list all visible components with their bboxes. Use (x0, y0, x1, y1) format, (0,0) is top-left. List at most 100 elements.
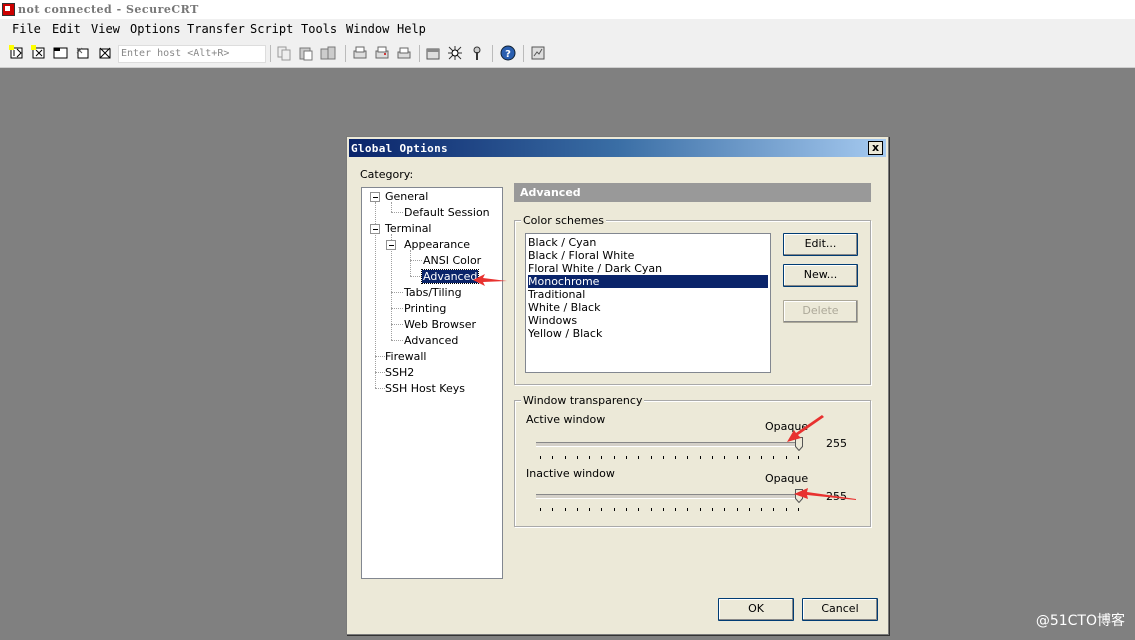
slider-tick (540, 508, 541, 511)
active-value: 255 (826, 437, 847, 450)
tree-item-advanced-selected[interactable]: Advanced (420, 269, 480, 284)
collapse-terminal-icon[interactable] (370, 224, 380, 234)
collapse-general-icon[interactable] (370, 192, 380, 202)
inactive-slider-track[interactable] (536, 494, 802, 499)
copy-icon[interactable] (276, 45, 292, 61)
slider-tick (736, 508, 738, 511)
color-schemes-list[interactable]: Black / Cyan Black / Floral White Floral… (525, 233, 771, 373)
paste-icon[interactable] (298, 45, 314, 61)
menu-window[interactable]: Window (346, 22, 389, 36)
global-options-dialog: Global Options x Category: General Defau… (346, 136, 889, 635)
edit-button[interactable]: Edit... (783, 233, 858, 256)
window-title-bar: not connected - SecureCRT (0, 0, 1135, 19)
tree-item-ansi-color[interactable]: ANSI Color (423, 254, 481, 267)
menu-help[interactable]: Help (397, 22, 426, 36)
tree-item-ssh-host-keys[interactable]: SSH Host Keys (385, 382, 465, 395)
tree-item-printing[interactable]: Printing (404, 302, 446, 315)
list-item[interactable]: Traditional (528, 288, 768, 301)
inactive-opaque-label: Opaque (765, 472, 809, 485)
keymap-icon[interactable] (469, 45, 485, 61)
ok-button[interactable]: OK (718, 598, 794, 621)
watermark: @51CTO博客 (1035, 613, 1125, 629)
menu-script[interactable]: Script (250, 22, 293, 36)
list-item[interactable]: Windows (528, 314, 768, 327)
slider-tick (576, 508, 578, 511)
tree-item-appearance[interactable]: Appearance (404, 238, 470, 251)
list-item[interactable]: Black / Cyan (528, 236, 768, 249)
slider-tick (798, 456, 799, 459)
tree-item-web-browser[interactable]: Web Browser (404, 318, 476, 331)
slider-tick (748, 508, 750, 511)
toolbar-separator (523, 45, 524, 62)
delete-button[interactable]: Delete (783, 300, 858, 323)
slider-tick (589, 456, 591, 459)
slider-tick (650, 456, 652, 459)
print-setup-icon[interactable] (396, 45, 412, 61)
copy-paste-icon[interactable] (320, 45, 336, 61)
menu-file[interactable]: File (12, 22, 41, 36)
connect-icon[interactable] (9, 45, 25, 61)
slider-tick (576, 456, 578, 459)
list-item[interactable]: Yellow / Black (528, 327, 768, 340)
list-item[interactable]: White / Black (528, 301, 768, 314)
active-window-label: Active window (526, 413, 606, 426)
slider-tick (650, 508, 652, 511)
menu-bar: File Edit View Options Transfer Script T… (0, 19, 1135, 41)
slider-tick (675, 508, 677, 511)
menu-transfer[interactable]: Transfer (187, 22, 245, 36)
window-title: not connected - SecureCRT (18, 3, 199, 16)
panel-header: Advanced (514, 183, 871, 202)
slider-tick (687, 508, 689, 511)
disconnect-icon[interactable] (97, 45, 113, 61)
slider-tick (638, 456, 640, 459)
toolbar-separator (492, 45, 493, 62)
close-icon: x (871, 141, 880, 154)
list-item-selected[interactable]: Monochrome (528, 275, 768, 288)
slider-tick (785, 456, 787, 459)
menu-tools[interactable]: Tools (301, 22, 337, 36)
tree-item-default-session[interactable]: Default Session (404, 206, 490, 219)
quick-connect-icon[interactable] (31, 45, 47, 61)
about-icon[interactable] (530, 45, 546, 61)
slider-tick (662, 456, 664, 459)
list-item[interactable]: Floral White / Dark Cyan (528, 262, 768, 275)
slider-tick (564, 508, 566, 511)
menu-options[interactable]: Options (130, 22, 181, 36)
tree-item-tabs-tiling[interactable]: Tabs/Tiling (404, 286, 462, 299)
slider-tick (724, 508, 726, 511)
tree-item-ssh2[interactable]: SSH2 (385, 366, 414, 379)
tree-item-terminal[interactable]: Terminal (385, 222, 432, 235)
reconnect-icon[interactable] (75, 45, 91, 61)
menu-edit[interactable]: Edit (52, 22, 81, 36)
connect-tab-icon[interactable] (53, 45, 69, 61)
securecrt-app-icon (2, 3, 15, 16)
slider-tick (724, 456, 726, 459)
toolbar: Enter host <Alt+R> ? (0, 41, 1135, 68)
print-icon[interactable] (374, 45, 390, 61)
slider-tick (613, 508, 615, 511)
find-icon[interactable] (352, 45, 368, 61)
inactive-window-label: Inactive window (526, 467, 615, 480)
active-slider-track[interactable] (536, 442, 802, 447)
close-button[interactable]: x (868, 141, 883, 155)
list-item[interactable]: Black / Floral White (528, 249, 768, 262)
dialog-title-bar: Global Options x (349, 139, 886, 157)
session-options-icon[interactable] (425, 45, 441, 61)
new-button[interactable]: New... (783, 264, 858, 287)
global-options-icon[interactable] (447, 45, 463, 61)
slider-tick (564, 456, 566, 459)
host-input[interactable]: Enter host <Alt+R> (118, 45, 266, 63)
tree-item-terminal-advanced[interactable]: Advanced (404, 334, 458, 347)
slider-tick (748, 456, 750, 459)
help-icon[interactable]: ? (500, 45, 516, 61)
color-schemes-group: Color schemes Black / Cyan Black / Flora… (514, 214, 871, 385)
slider-tick (601, 508, 603, 511)
slider-tick (761, 508, 763, 511)
menu-view[interactable]: View (91, 22, 120, 36)
collapse-appearance-icon[interactable] (386, 240, 396, 250)
tree-item-firewall[interactable]: Firewall (385, 350, 426, 363)
tree-item-general[interactable]: General (385, 190, 428, 203)
cancel-button[interactable]: Cancel (802, 598, 878, 621)
slider-tick (699, 508, 701, 511)
slider-tick (601, 456, 603, 459)
